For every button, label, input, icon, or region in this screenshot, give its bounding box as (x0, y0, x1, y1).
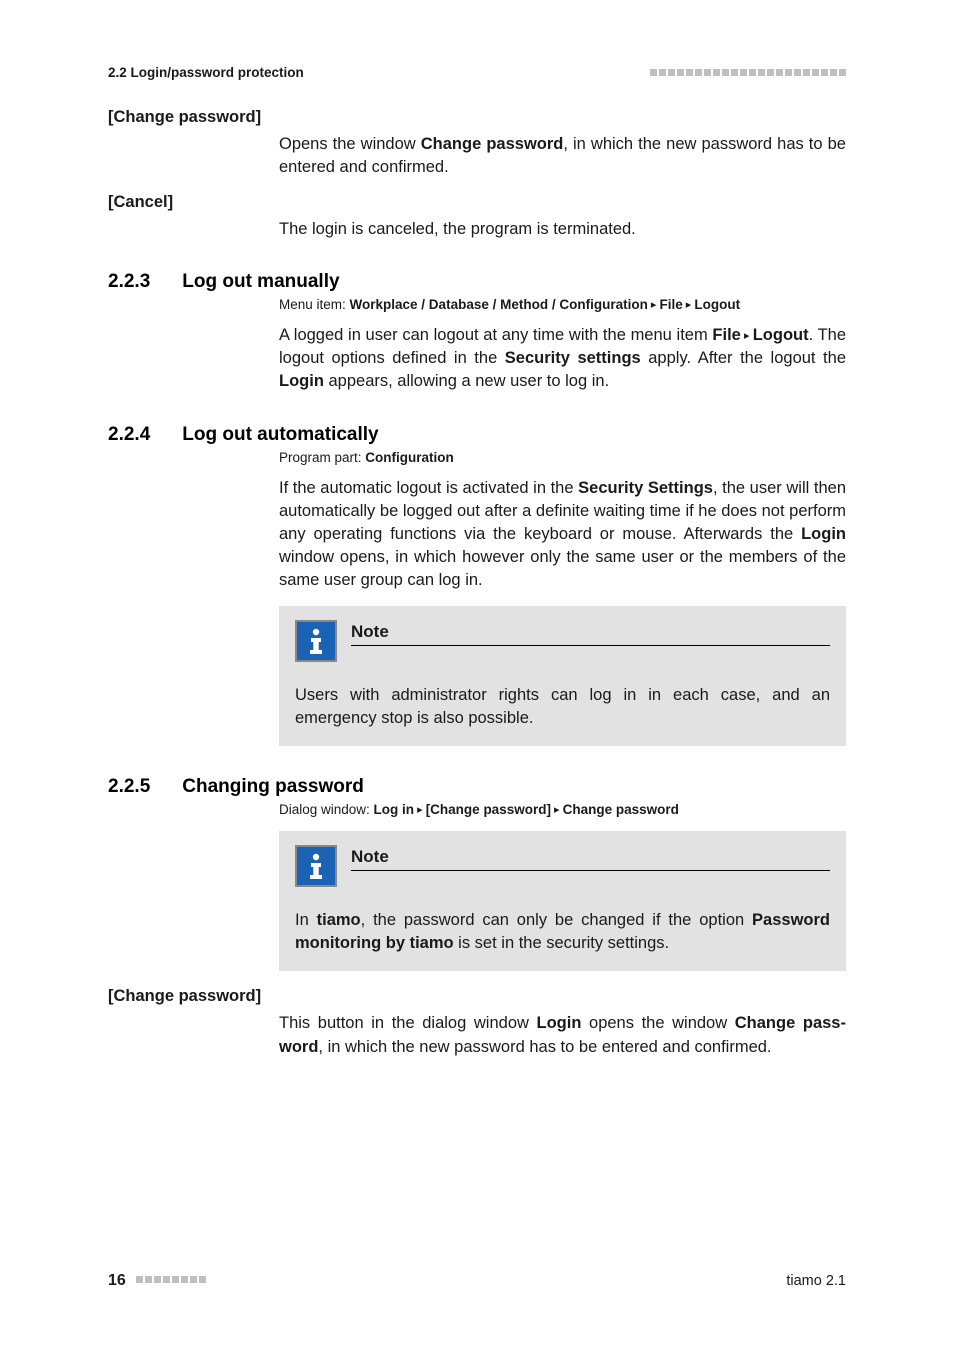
value: Configuration (365, 450, 453, 465)
text: If the automatic logout is activated in … (279, 479, 578, 497)
heading-title: Log out automatically (182, 424, 378, 446)
note-box-225: Note In tiamo, the password can only be … (279, 831, 846, 971)
path-part: Change password (563, 802, 679, 817)
bold: Login (279, 372, 324, 390)
term-change-password-body: Opens the window Change password, in whi… (279, 133, 846, 179)
text: , in which the new password has to be en… (318, 1038, 771, 1056)
text: opens the window (581, 1014, 734, 1032)
note-body: Users with administrator rights can log … (295, 684, 830, 730)
path-part: Log in (374, 802, 415, 817)
term-change-password-2-body: This button in the dialog window Login o… (279, 1012, 846, 1058)
label: Menu item: (279, 297, 350, 312)
path-part: [Change password] (426, 802, 551, 817)
footer-product: tiamo 2.1 (786, 1273, 846, 1289)
term-change-password-2: [Change password] (108, 987, 846, 1006)
text: window opens, in which however only the … (279, 548, 846, 589)
heading-2-2-4: 2.2.4 Log out automatically (108, 424, 846, 446)
bold: File (712, 326, 740, 344)
text: Opens the window (279, 135, 421, 153)
text: apply. After the logout the (641, 349, 846, 367)
label: Dialog window: (279, 802, 374, 817)
text: appears, allowing a new user to log in. (324, 372, 609, 390)
heading-number: 2.2.4 (108, 424, 150, 446)
text: is set in the security settings. (454, 934, 670, 952)
bold: Log­out (753, 326, 809, 344)
separator-icon: ▸ (741, 330, 753, 342)
menu-item-path: Menu item: Workplace / Database / Method… (279, 297, 846, 312)
header-decor-dots (650, 69, 846, 76)
bold: Change password (421, 135, 564, 153)
term-change-password: [Change password] (108, 108, 846, 127)
heading-2-2-5: 2.2.5 Changing password (108, 776, 846, 798)
term-cancel: [Cancel] (108, 193, 846, 212)
text: The login is canceled, the program is te… (279, 218, 846, 241)
footer-left: 16 (108, 1272, 206, 1290)
heading-title: Log out manually (182, 271, 339, 293)
bold: Login (537, 1014, 582, 1032)
path-part: Workplace / Database / Method / Configur… (350, 297, 648, 312)
separator-icon: ▸ (551, 804, 563, 816)
text: This button in the dialog window (279, 1014, 537, 1032)
heading-title: Changing password (182, 776, 364, 798)
bold: tiamo (317, 911, 361, 929)
info-icon (295, 845, 337, 887)
heading-number: 2.2.5 (108, 776, 150, 798)
dialog-window-path: Dialog window: Log in ▸ [Change password… (279, 802, 846, 817)
text: In (295, 911, 317, 929)
note-body: In tiamo, the password can only be chang… (295, 909, 830, 955)
note-box-224: Note Users with administrator rights can… (279, 606, 846, 746)
page-number: 16 (108, 1272, 126, 1289)
path-part: File (659, 297, 682, 312)
footer-decor-dots (136, 1276, 206, 1283)
info-icon (295, 620, 337, 662)
term-cancel-body: The login is canceled, the program is te… (279, 218, 846, 241)
text: , the password can only be changed if th… (361, 911, 752, 929)
note-title: Note (351, 847, 830, 871)
bold: Security Settings (578, 479, 713, 497)
bold: Login (801, 525, 846, 543)
program-part-line: Program part: Configuration (279, 450, 846, 465)
bold: Security settings (505, 349, 641, 367)
section-2-2-3-body: A logged in user can logout at any time … (279, 324, 846, 393)
running-header-section: 2.2 Login/password protection (108, 65, 304, 80)
heading-number: 2.2.3 (108, 271, 150, 293)
label: Program part: (279, 450, 365, 465)
separator-icon: ▸ (683, 299, 695, 311)
separator-icon: ▸ (414, 804, 426, 816)
path-part: Logout (694, 297, 740, 312)
note-title: Note (351, 622, 830, 646)
separator-icon: ▸ (648, 299, 660, 311)
section-2-2-4-body: If the automatic logout is activated in … (279, 477, 846, 592)
heading-2-2-3: 2.2.3 Log out manually (108, 271, 846, 293)
text: A logged in user can logout at any time … (279, 326, 712, 344)
